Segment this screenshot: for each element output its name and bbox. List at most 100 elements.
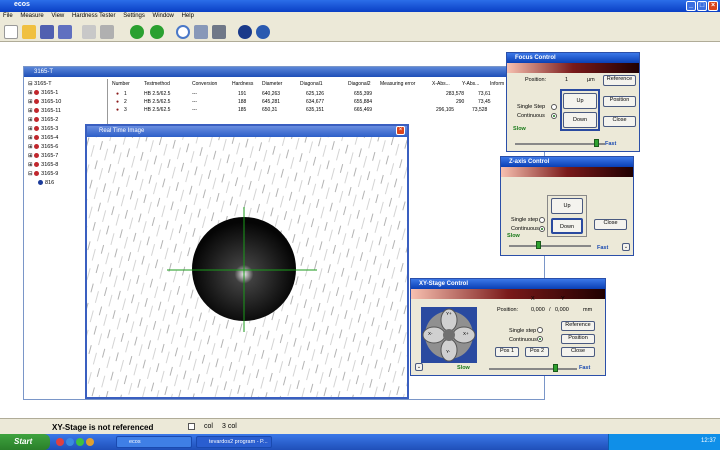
reference-button[interactable]: Reference [561,321,595,331]
focus-control-title: Focus Control [507,53,639,63]
x-minus-button[interactable]: X- [428,331,433,336]
col-header[interactable]: Testmethod [144,81,170,87]
speed-slider-thumb[interactable] [553,364,558,372]
col-header[interactable]: Diagonal2 [348,81,371,87]
menu-help[interactable]: Help [179,12,197,20]
open-icon[interactable] [22,25,36,39]
real-time-image-title: Real Time Image [87,126,407,137]
menubar: File Measure View Hardness Tester Settin… [0,12,720,22]
position-button[interactable]: Position [561,334,595,344]
col-header[interactable]: Conversion [192,81,217,87]
single-step-radio[interactable] [551,104,557,110]
position-button[interactable]: Position [603,96,636,107]
quick-launch-icon[interactable] [86,438,94,446]
pos2-button[interactable]: Pos 2 [525,347,549,357]
menu-hardness-tester[interactable]: Hardness Tester [69,12,119,20]
rti-close-button[interactable]: × [396,126,405,135]
col-header[interactable]: X-Abs... [432,81,450,87]
down-button[interactable]: Down [563,112,597,128]
continuous-label: Continuous [517,113,545,119]
focus-icon[interactable] [256,25,270,39]
minimize-button[interactable]: _ [686,1,696,11]
close-button[interactable]: Close [594,219,627,230]
real-time-image-window: Real Time Image × [85,124,409,399]
col-header[interactable]: Measuring error [380,81,415,87]
toolbar [0,22,720,42]
status-checkbox[interactable] [188,423,195,430]
print-icon[interactable] [82,25,96,39]
stage-icon[interactable] [212,25,226,39]
maximize-button[interactable]: □ [697,1,707,11]
quick-launch-icon[interactable] [56,438,64,446]
col-header[interactable]: Diagonal1 [300,81,323,87]
slow-label: Slow [457,365,470,371]
menu-window[interactable]: Window [150,12,177,20]
taskbar-item-program[interactable]: tevardos2 program - P... [196,436,272,448]
single-step-radio[interactable] [537,327,543,333]
fast-label: Fast [579,365,591,371]
download-icon[interactable] [130,25,144,39]
tree-item[interactable]: ⊞ 3165-4 [28,135,58,141]
new-icon[interactable] [4,25,18,39]
tree-item[interactable]: ⊞ 3165-1 [28,90,58,96]
collapse-button[interactable]: ⌄ [622,243,630,251]
tree-item[interactable]: ⊞ 3165-3 [28,126,58,132]
y-minus-button[interactable]: Y- [446,349,450,354]
x-plus-button[interactable]: X+ [463,331,469,336]
settings-icon[interactable] [194,25,208,39]
down-button[interactable]: Down [551,218,583,234]
close-button[interactable]: × [708,1,718,11]
menu-settings[interactable]: Settings [120,12,148,20]
menu-view[interactable]: View [48,12,67,20]
y-plus-button[interactable]: Y+ [446,311,452,316]
col-header[interactable]: Diameter [262,81,282,87]
speed-slider-track [489,368,577,370]
continuous-radio[interactable] [551,113,557,119]
close-button[interactable]: Close [603,116,636,127]
tree-item[interactable]: ⊞ 3165-11 [28,108,61,114]
tree-item[interactable]: ⊞ 3165-8 [28,162,58,168]
single-step-radio[interactable] [539,217,545,223]
x-label: X [531,296,535,302]
collapse-button[interactable]: ⌄ [415,363,423,371]
speed-slider-thumb[interactable] [535,241,541,249]
close-button[interactable]: Close [561,347,595,357]
col-header[interactable]: Number [112,81,130,87]
save-all-icon[interactable] [58,25,72,39]
start-button[interactable]: Start [0,434,50,450]
taskbar-item-ecos[interactable]: ecos [116,436,192,448]
col-header[interactable]: Hardness [232,81,253,87]
tree-item[interactable]: ⊞ 3165-7 [28,153,58,159]
microscope-image[interactable] [87,137,407,397]
up-button[interactable]: Up [551,198,583,214]
tree-item[interactable]: ⊞ 3165-6 [28,144,58,150]
single-step-label: Single step [509,328,537,334]
tree-item[interactable]: ⊞ 3165-2 [28,117,58,123]
speed-slider-track [515,143,605,145]
quick-launch [56,438,116,447]
quick-launch-icon[interactable] [76,438,84,446]
col-header[interactable]: Y-Abs... [462,81,479,87]
continuous-radio[interactable] [537,336,543,342]
speed-slider-thumb[interactable] [594,139,599,147]
lens-icon[interactable] [176,25,190,39]
continuous-radio[interactable] [539,226,545,232]
tree-item[interactable]: ⊞ 3165-10 [28,99,61,105]
camera-icon[interactable] [238,25,252,39]
reference-button[interactable]: Reference [603,75,636,86]
system-tray: 12:37 [608,434,720,450]
col-header[interactable]: Inform [490,81,504,87]
print-preview-icon[interactable] [100,25,114,39]
tree-root[interactable]: ⊟ 3165-T [28,81,52,87]
quick-launch-icon[interactable] [66,438,74,446]
pos1-button[interactable]: Pos 1 [495,347,519,357]
menu-measure[interactable]: Measure [17,12,46,20]
upload-icon[interactable] [150,25,164,39]
tree-item[interactable]: ⊟ 3165-9 [28,171,58,177]
status-bar: XY-Stage is not referenced col 3 col [0,418,720,434]
xy-stage-control-title: XY-Stage Control [411,279,605,289]
menu-file[interactable]: File [0,12,16,20]
up-button[interactable]: Up [563,93,597,109]
save-icon[interactable] [40,25,54,39]
tree-leaf[interactable]: 816 [38,180,54,186]
